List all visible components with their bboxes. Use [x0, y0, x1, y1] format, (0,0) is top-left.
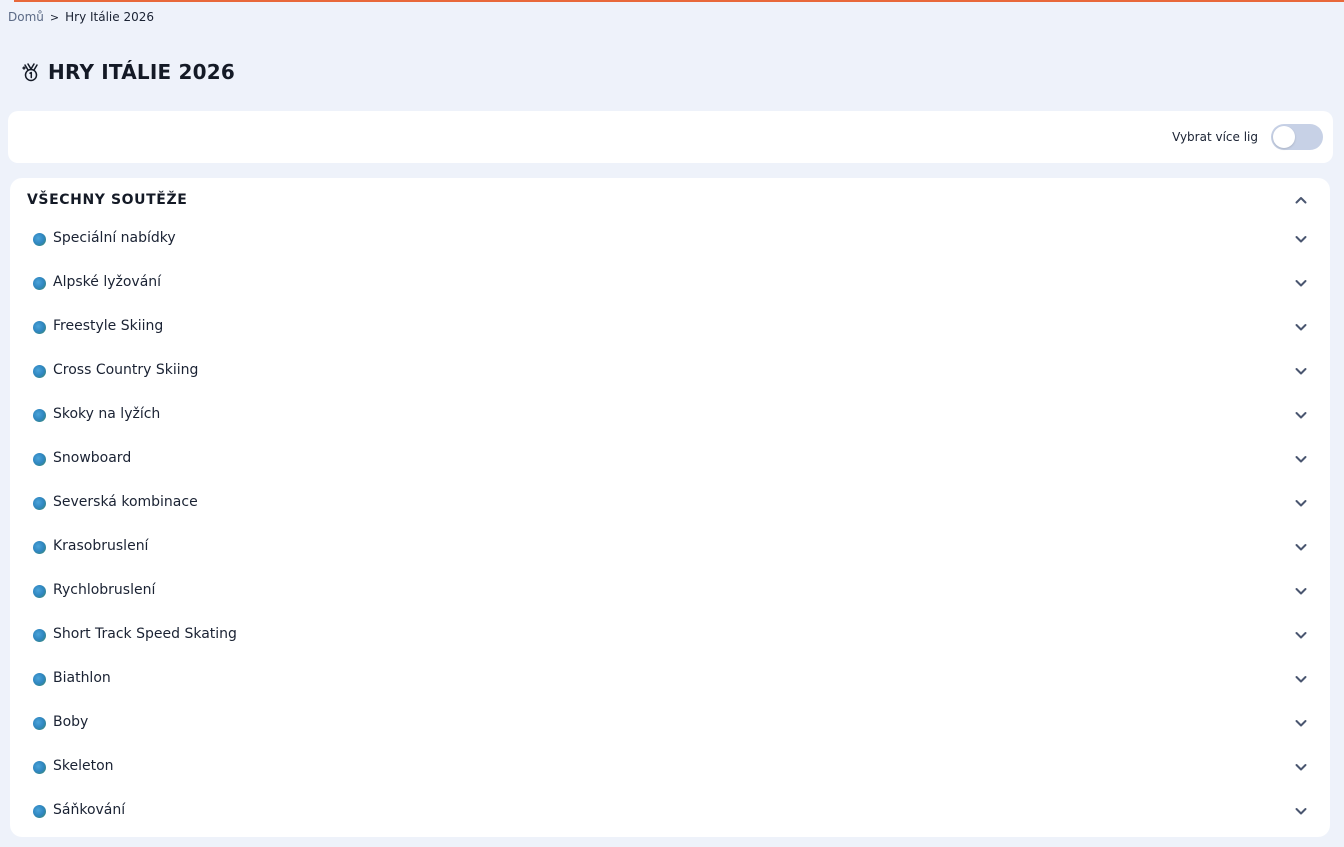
multi-league-toggle[interactable]	[1271, 124, 1323, 150]
breadcrumb-separator: >	[49, 10, 60, 24]
competitions-header[interactable]: VŠECHNY SOUTĚŽE	[10, 178, 1330, 222]
list-item[interactable]: Rychlobruslení	[10, 569, 1330, 613]
chevron-down-icon[interactable]	[1294, 408, 1308, 422]
list-item[interactable]: Severská kombinace	[10, 481, 1330, 525]
list-item-label: Short Track Speed Skating	[53, 626, 237, 642]
list-item[interactable]: Biathlon	[10, 657, 1330, 701]
list-item-label: Boby	[53, 714, 89, 730]
chevron-up-icon[interactable]	[1294, 193, 1308, 207]
list-item[interactable]: Snowboard	[10, 437, 1330, 481]
list-item[interactable]: Sáňkování	[10, 789, 1330, 833]
list-item-label: Sáňkování	[53, 802, 126, 818]
chevron-down-icon[interactable]	[1294, 716, 1308, 730]
globe-icon	[33, 233, 46, 246]
chevron-down-icon[interactable]	[1294, 584, 1308, 598]
list-item-label: Rychlobruslení	[53, 582, 156, 598]
list-item-label: Severská kombinace	[53, 494, 198, 510]
toggle-knob	[1273, 126, 1295, 148]
globe-icon	[33, 629, 46, 642]
globe-icon	[33, 541, 46, 554]
list-item[interactable]: Freestyle Skiing	[10, 305, 1330, 349]
list-item[interactable]: Krasobruslení	[10, 525, 1330, 569]
breadcrumb-current: Hry Itálie 2026	[65, 10, 154, 24]
breadcrumb: Domů > Hry Itálie 2026	[8, 9, 154, 25]
list-item[interactable]: Skeleton	[10, 745, 1330, 789]
list-item-label: Alpské lyžování	[53, 274, 162, 290]
globe-icon	[33, 321, 46, 334]
top-accent-line	[14, 0, 1344, 2]
chevron-down-icon[interactable]	[1294, 364, 1308, 378]
chevron-down-icon[interactable]	[1294, 496, 1308, 510]
globe-icon	[33, 673, 46, 686]
globe-icon	[33, 717, 46, 730]
globe-icon	[33, 761, 46, 774]
list-item-label: Snowboard	[53, 450, 132, 466]
list-item[interactable]: Speciální nabídky	[10, 217, 1330, 261]
globe-icon	[33, 497, 46, 510]
competitions-panel: VŠECHNY SOUTĚŽE Speciální nabídky Alpské…	[10, 178, 1330, 837]
list-item-label: Freestyle Skiing	[53, 318, 164, 334]
medal-icon	[20, 61, 42, 83]
list-item-label: Skeleton	[53, 758, 114, 774]
chevron-down-icon[interactable]	[1294, 232, 1308, 246]
list-item-label: Speciální nabídky	[53, 230, 176, 246]
list-item[interactable]: Cross Country Skiing	[10, 349, 1330, 393]
chevron-down-icon[interactable]	[1294, 672, 1308, 686]
globe-icon	[33, 585, 46, 598]
list-item-label: Krasobruslení	[53, 538, 149, 554]
chevron-down-icon[interactable]	[1294, 804, 1308, 818]
list-item-label: Skoky na lyžích	[53, 406, 161, 422]
globe-icon	[33, 277, 46, 290]
list-item[interactable]: Skoky na lyžích	[10, 393, 1330, 437]
competitions-list: Speciální nabídky Alpské lyžování Freest…	[10, 217, 1330, 833]
chevron-down-icon[interactable]	[1294, 452, 1308, 466]
globe-icon	[33, 453, 46, 466]
filter-bar: Vybrat více lig	[8, 111, 1333, 163]
chevron-down-icon[interactable]	[1294, 540, 1308, 554]
list-item[interactable]: Boby	[10, 701, 1330, 745]
chevron-down-icon[interactable]	[1294, 320, 1308, 334]
list-item-label: Cross Country Skiing	[53, 362, 199, 378]
list-item[interactable]: Short Track Speed Skating	[10, 613, 1330, 657]
list-item[interactable]: Alpské lyžování	[10, 261, 1330, 305]
competitions-header-title: VŠECHNY SOUTĚŽE	[27, 192, 188, 208]
page-title: HRY ITÁLIE 2026	[20, 59, 235, 85]
globe-icon	[33, 805, 46, 818]
chevron-down-icon[interactable]	[1294, 760, 1308, 774]
globe-icon	[33, 409, 46, 422]
breadcrumb-home-link[interactable]: Domů	[8, 10, 44, 24]
multi-league-toggle-label: Vybrat více lig	[1172, 130, 1258, 144]
page-title-text: HRY ITÁLIE 2026	[48, 60, 235, 84]
chevron-down-icon[interactable]	[1294, 628, 1308, 642]
list-item-label: Biathlon	[53, 670, 111, 686]
chevron-down-icon[interactable]	[1294, 276, 1308, 290]
globe-icon	[33, 365, 46, 378]
